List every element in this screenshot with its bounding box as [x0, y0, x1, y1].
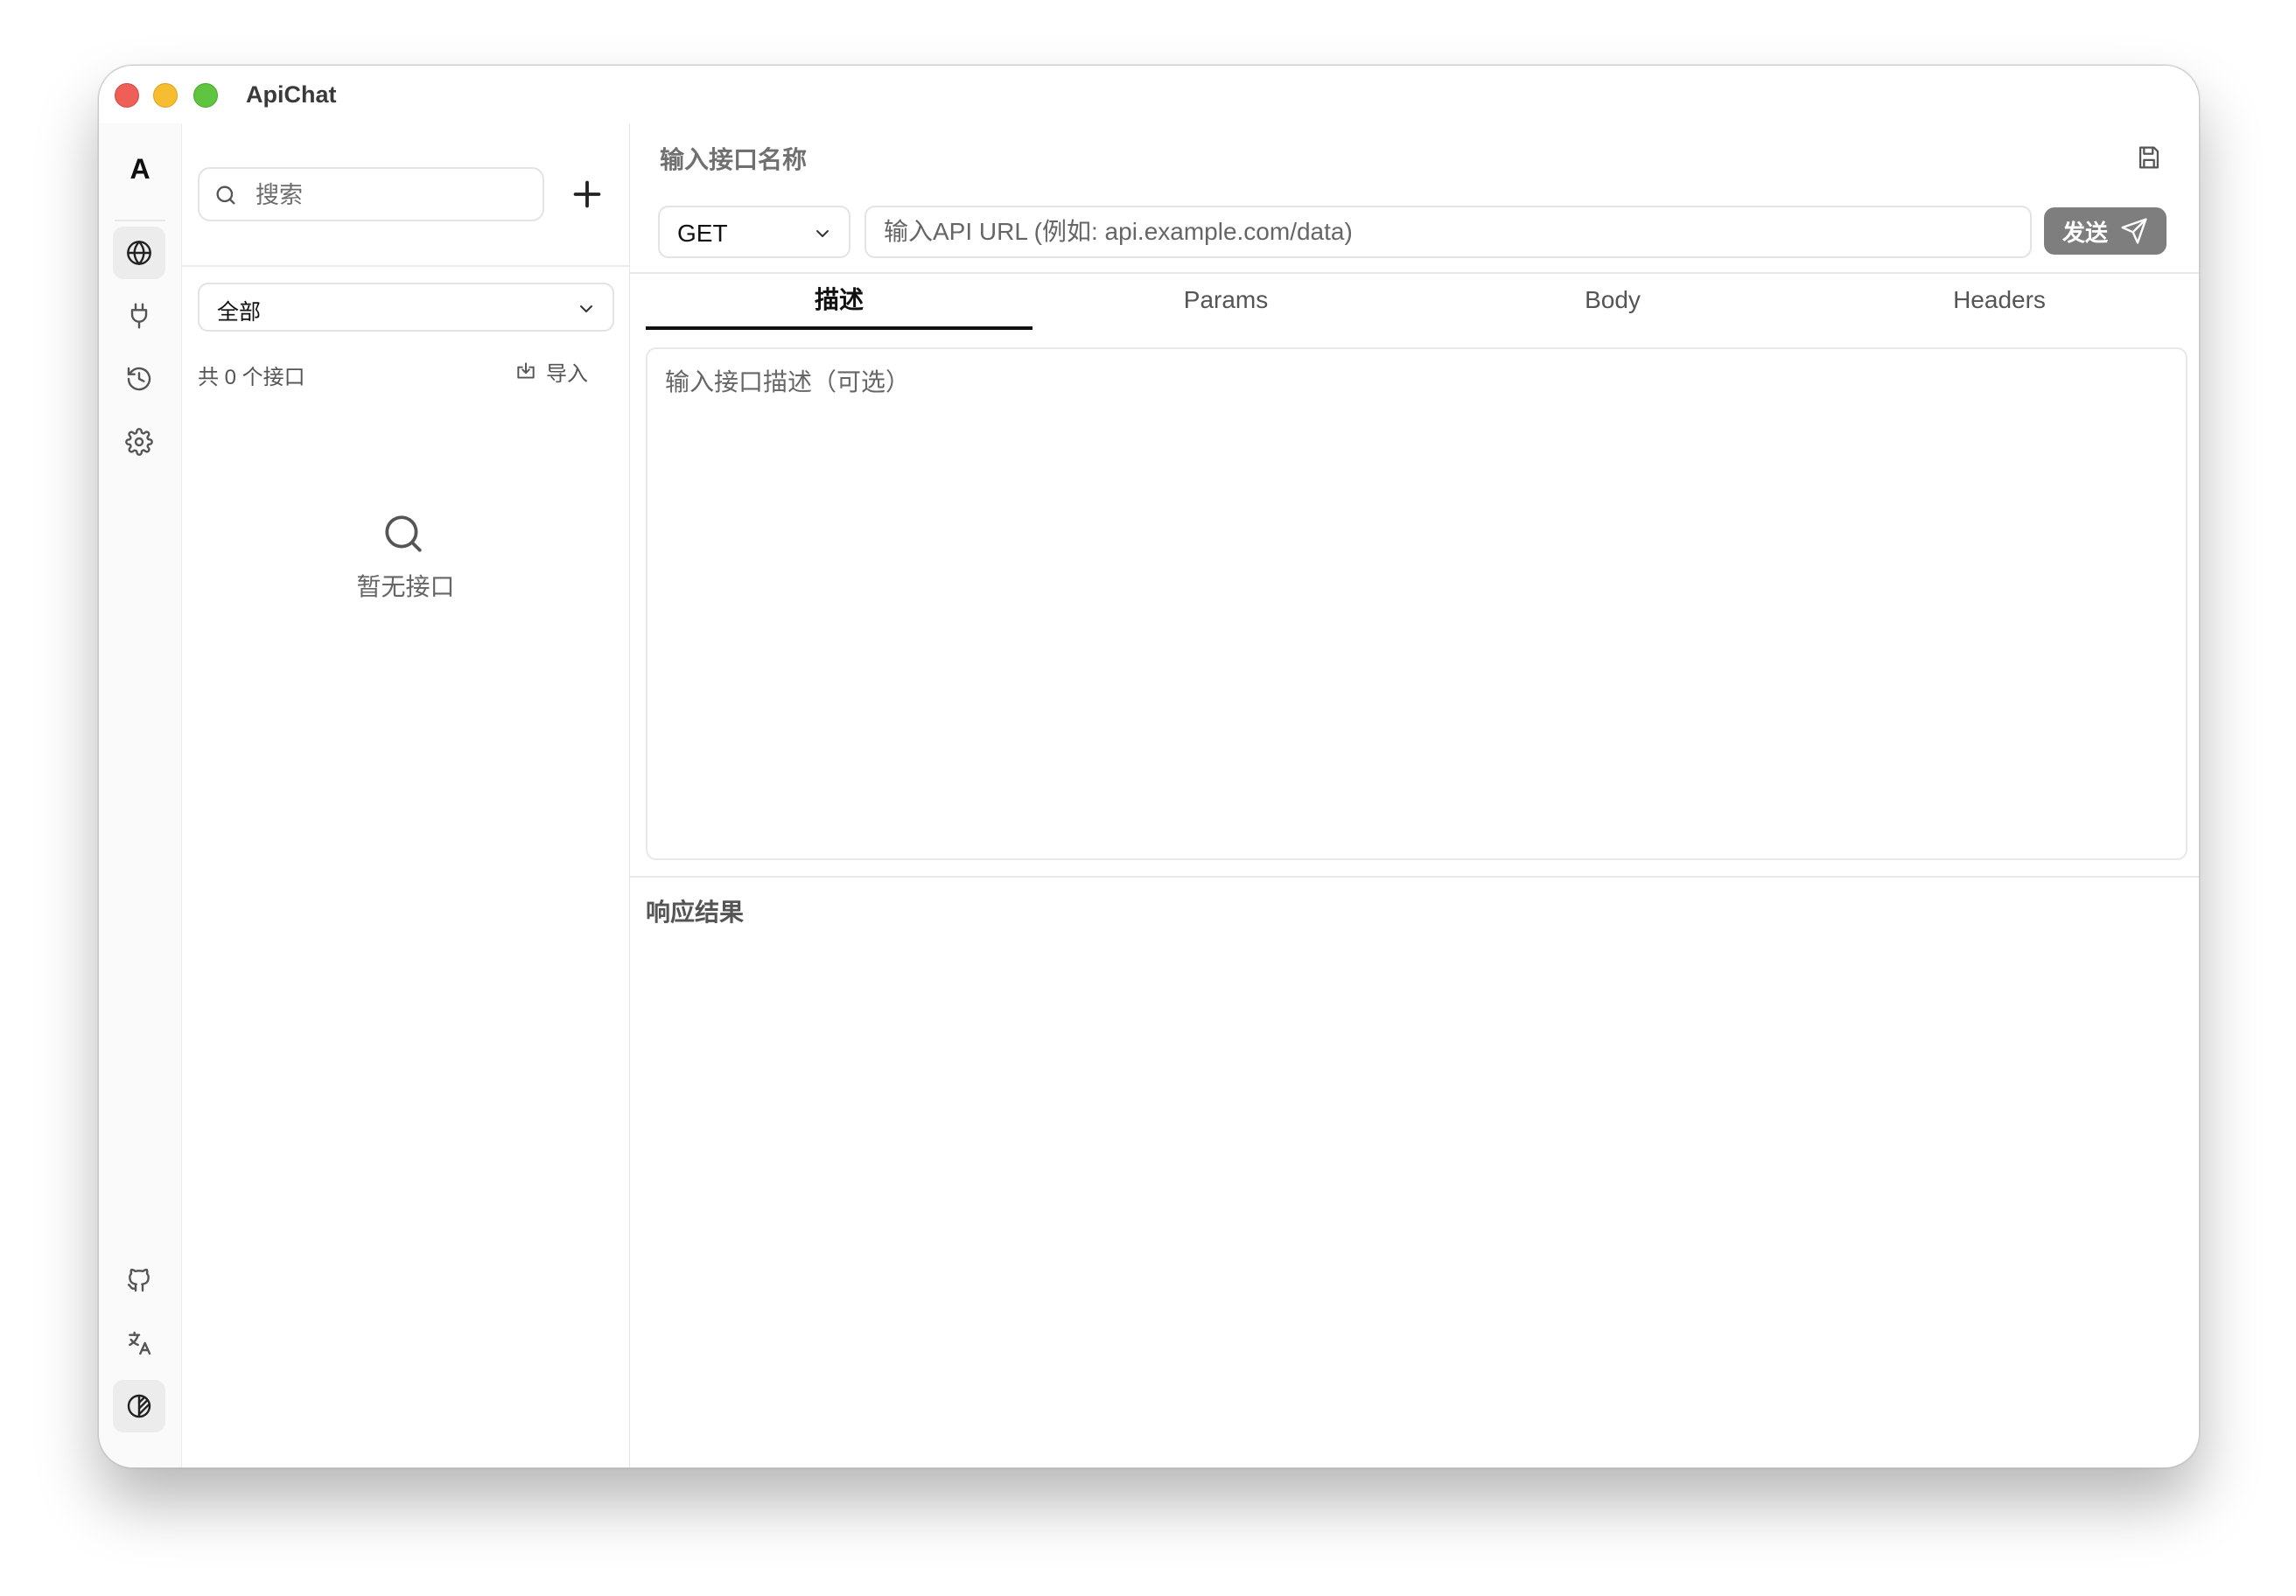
url-input[interactable] — [864, 206, 2032, 258]
send-button[interactable]: 发送 — [2044, 207, 2166, 255]
github-icon — [127, 1268, 150, 1292]
http-method-select[interactable]: GET — [658, 206, 850, 258]
save-icon[interactable] — [2134, 143, 2164, 172]
titlebar: ApiChat — [99, 66, 2199, 123]
import-icon — [517, 362, 535, 379]
app-title: ApiChat — [246, 81, 337, 108]
rail-item-plugins[interactable] — [113, 290, 165, 342]
translate-icon — [129, 1331, 151, 1355]
rail-item-theme[interactable] — [113, 1380, 165, 1432]
list-divider — [182, 265, 629, 267]
gear-icon — [125, 428, 153, 456]
request-editor: GET 发送 描述 Params Body Headers 响应结果 — [630, 123, 2199, 1467]
empty-state-text: 暂无接口 — [356, 573, 455, 600]
description-textarea[interactable] — [646, 347, 2188, 860]
history-icon — [127, 367, 151, 391]
rail-item-apis[interactable] — [113, 227, 165, 279]
globe-icon — [127, 241, 151, 265]
rail-item-history[interactable] — [113, 353, 165, 405]
rail-item-github[interactable] — [113, 1254, 165, 1306]
response-title: 响应结果 — [646, 899, 745, 926]
tab-headers[interactable]: Headers — [1806, 274, 2193, 330]
chevron-down-icon — [580, 305, 592, 312]
api-list-panel: 全部 共 0 个接口 导入 暂无接口 — [182, 123, 630, 1467]
maximize-window-button[interactable] — [193, 83, 218, 108]
tab-description[interactable]: 描述 — [646, 274, 1032, 330]
api-count-label: 共 0 个接口 — [198, 366, 305, 389]
app-window: ApiChat A 搜索 全部 共 0 个接口 导入 暂无接口 输入接口名称 G… — [98, 65, 2200, 1468]
plug-icon — [130, 303, 148, 329]
send-label: 发送 — [2062, 219, 2108, 246]
search-icon — [216, 186, 235, 205]
add-api-button[interactable] — [567, 174, 607, 214]
api-name-input[interactable] — [658, 139, 1624, 181]
rail-divider — [115, 220, 165, 221]
rail-item-settings[interactable] — [113, 416, 165, 468]
import-label: 导入 — [546, 361, 588, 386]
minimize-window-button[interactable] — [153, 83, 178, 108]
category-filter-select[interactable]: 全部 — [198, 283, 614, 332]
http-method-value: GET — [677, 220, 728, 247]
empty-search-icon — [385, 515, 422, 552]
chevron-down-icon — [816, 230, 829, 237]
theme-icon — [127, 1394, 151, 1418]
tab-body[interactable]: Body — [1419, 274, 1806, 330]
close-window-button[interactable] — [115, 83, 139, 108]
app-logo: A — [130, 153, 150, 185]
icon-rail: A — [99, 123, 182, 1467]
rail-item-language[interactable] — [113, 1317, 165, 1369]
category-filter-value: 全部 — [217, 300, 262, 325]
send-icon — [2121, 218, 2147, 244]
tab-params[interactable]: Params — [1032, 274, 1419, 330]
search-box[interactable] — [198, 167, 544, 221]
import-button[interactable]: 导入 — [514, 356, 588, 386]
request-tabs: 描述 Params Body Headers — [646, 274, 2193, 330]
response-divider — [630, 876, 2199, 878]
search-input[interactable] — [254, 178, 520, 213]
